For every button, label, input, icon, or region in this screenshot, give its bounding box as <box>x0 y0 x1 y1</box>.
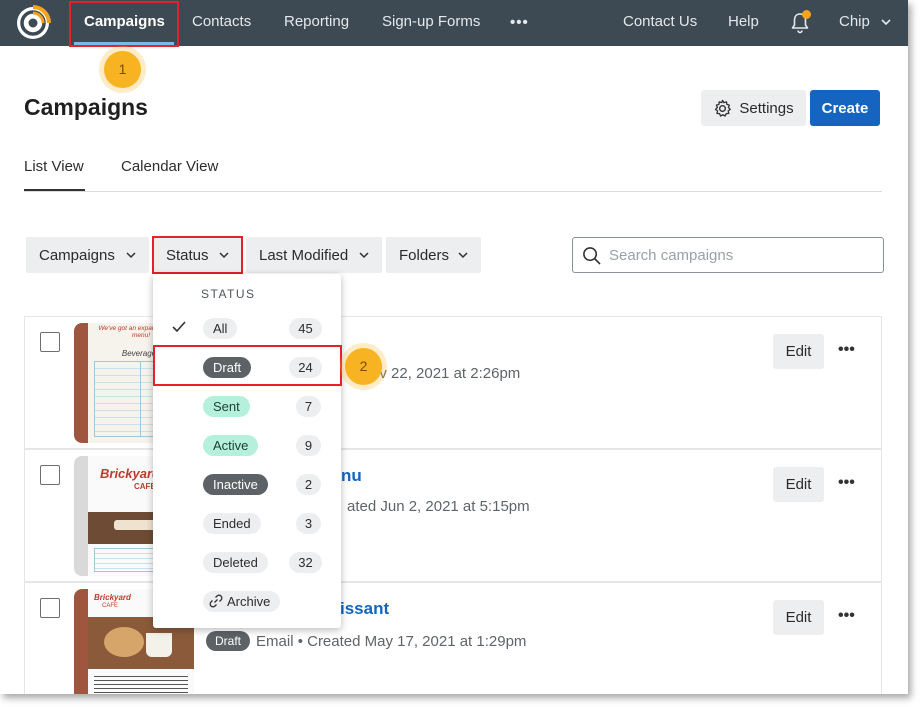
status-badge: Draft <box>206 631 251 651</box>
edit-button[interactable]: Edit <box>773 600 824 635</box>
status-count: 7 <box>296 396 321 417</box>
create-button[interactable]: Create <box>810 90 880 126</box>
chevron-down-icon <box>359 252 369 259</box>
status-option-all[interactable]: All 45 <box>153 311 341 345</box>
campaign-meta: Email • Created May 17, 2021 at 1:29pm <box>256 633 527 650</box>
tab-active-indicator <box>24 189 85 191</box>
link-icon <box>209 594 223 608</box>
notification-dot <box>802 10 811 19</box>
campaign-title[interactable]: issant <box>340 599 389 619</box>
filter-campaigns-label: Campaigns <box>39 246 115 264</box>
constant-contact-logo-icon[interactable] <box>15 5 51 41</box>
gear-icon <box>715 99 732 117</box>
thumbnail-brand: Brickyard <box>100 466 160 481</box>
campaign-title[interactable]: nu <box>341 466 362 486</box>
row-more-icon[interactable]: ••• <box>838 474 855 492</box>
filter-folders[interactable]: Folders <box>386 237 481 273</box>
status-option-deleted[interactable]: Deleted 32 <box>153 545 341 579</box>
callout-step-2: 2 <box>345 348 382 385</box>
status-option-ended[interactable]: Ended 3 <box>153 506 341 540</box>
highlight-box-draft <box>153 345 342 386</box>
thumbnail-brand-sub: CAFE <box>102 603 119 609</box>
chevron-down-icon <box>126 252 136 259</box>
status-count: 32 <box>289 552 322 573</box>
page-title: Campaigns <box>24 94 148 120</box>
status-option-archive[interactable]: Archive <box>153 584 341 618</box>
highlight-box-status <box>152 236 243 274</box>
status-pill: All <box>203 318 238 339</box>
filter-last-modified-label: Last Modified <box>259 246 349 264</box>
search-box <box>572 237 884 273</box>
tab-list-view[interactable]: List View <box>24 158 84 175</box>
checkmark-icon <box>172 321 186 333</box>
dropdown-header: STATUS <box>201 287 256 301</box>
status-count: 3 <box>296 513 321 534</box>
status-option-sent[interactable]: Sent 7 <box>153 389 341 423</box>
nav-reporting[interactable]: Reporting <box>284 0 349 46</box>
row-checkbox[interactable] <box>40 598 60 618</box>
highlight-box-campaigns <box>69 1 179 47</box>
callout-step-1: 1 <box>104 51 141 88</box>
search-input[interactable] <box>609 244 874 266</box>
edit-button[interactable]: Edit <box>773 334 824 369</box>
filter-folders-label: Folders <box>399 246 450 264</box>
campaign-meta-row: Draft Email • Created May 17, 2021 at 1:2… <box>206 631 526 651</box>
nav-more-button[interactable]: ••• <box>510 14 529 31</box>
campaign-meta: ov 22, 2021 at 2:26pm <box>371 365 521 382</box>
row-more-icon[interactable]: ••• <box>838 607 855 625</box>
settings-label: Settings <box>739 99 794 117</box>
chevron-down-icon <box>458 252 468 259</box>
status-pill: Sent <box>203 396 250 417</box>
campaign-meta: ated Jun 2, 2021 at 5:15pm <box>347 498 530 515</box>
settings-button[interactable]: Settings <box>701 90 806 126</box>
user-menu[interactable]: Chip <box>839 0 870 46</box>
row-more-icon[interactable]: ••• <box>838 341 855 359</box>
status-pill: Archive <box>203 591 281 612</box>
app-window: Campaigns Contacts Reporting Sign-up For… <box>0 0 908 694</box>
filter-campaigns[interactable]: Campaigns <box>26 237 149 273</box>
nav-contacts[interactable]: Contacts <box>192 0 251 46</box>
nav-contact-us[interactable]: Contact Us <box>623 0 697 46</box>
status-count: 45 <box>289 318 322 339</box>
chevron-down-icon[interactable] <box>880 16 892 28</box>
status-dropdown-menu: STATUS All 45 Draft 24 Sent 7 Active 9 I… <box>153 274 341 628</box>
row-checkbox[interactable] <box>40 332 60 352</box>
status-count: 2 <box>296 474 321 495</box>
status-option-inactive[interactable]: Inactive 2 <box>153 467 341 501</box>
status-option-active[interactable]: Active 9 <box>153 428 341 462</box>
archive-label: Archive <box>227 594 271 609</box>
tab-calendar-view[interactable]: Calendar View <box>121 158 218 175</box>
row-checkbox[interactable] <box>40 465 60 485</box>
tab-divider <box>24 191 882 192</box>
thumbnail-brand: Brickyard <box>94 593 131 602</box>
edit-button[interactable]: Edit <box>773 467 824 502</box>
status-pill: Ended <box>203 513 261 534</box>
status-pill: Inactive <box>203 474 268 495</box>
nav-help[interactable]: Help <box>728 0 759 46</box>
status-pill: Deleted <box>203 552 268 573</box>
status-count: 9 <box>296 435 321 456</box>
status-pill: Active <box>203 435 259 456</box>
search-icon <box>583 247 601 265</box>
nav-signup-forms[interactable]: Sign-up Forms <box>382 0 480 46</box>
filter-last-modified[interactable]: Last Modified <box>246 237 382 273</box>
